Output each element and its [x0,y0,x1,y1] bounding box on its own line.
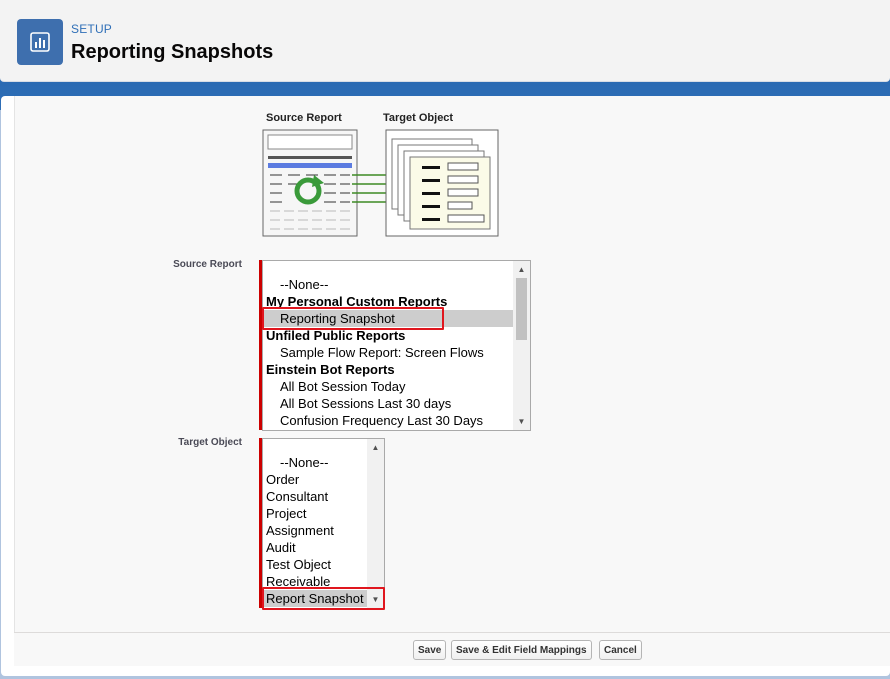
list-option[interactable]: All Bot Sessions Last 30 days [263,395,513,412]
list-option[interactable]: Confusion Frequency Last 30 Days [263,412,513,429]
page-title: Reporting Snapshots [71,41,274,63]
bar-chart-icon [17,19,63,65]
list-option[interactable]: --None-- [263,276,513,293]
page-header: SETUP Reporting Snapshots [0,0,890,82]
list-option[interactable]: All Bot Session Today [263,378,513,395]
list-option[interactable]: Audit [263,539,367,556]
option-group-label: Einstein Bot Reports [266,362,395,377]
list-option[interactable]: Consultant [263,488,367,505]
source-report-listbox[interactable]: --None-- My Personal Custom Reports Report… [262,260,531,431]
list-option[interactable]: Sample Flow Report: Screen Flows [263,344,513,361]
target-object-listbox[interactable]: --None-- Order Consultant Project Assignment… [262,438,385,609]
source-report-label: Source Report [173,259,242,270]
list-option[interactable]: Assignment [263,522,367,539]
diagram-source-label: Source Report [266,112,342,124]
save-edit-field-mappings-button[interactable]: Save & Edit Field Mappings [451,640,592,660]
target-object-scrollbar[interactable]: ▲ ▼ [367,439,384,608]
scroll-up-icon[interactable]: ▲ [367,439,384,456]
target-object-label: Target Object [178,437,242,448]
list-option[interactable]: --None-- [263,454,367,471]
source-report-scrollbar[interactable]: ▲ ▼ [513,261,530,430]
snapshot-diagram [262,129,499,237]
list-option[interactable]: Project [263,505,367,522]
list-option[interactable]: Test Object [263,556,367,573]
setup-label: SETUP [71,22,113,36]
scroll-up-icon[interactable]: ▲ [513,261,530,278]
list-option[interactable]: Order [263,471,367,488]
target-selection-highlight [262,587,385,610]
save-button[interactable]: Save [413,640,447,660]
source-selection-highlight [262,307,444,330]
scroll-down-icon[interactable]: ▼ [513,413,530,430]
cancel-button[interactable]: Cancel [599,640,642,660]
diagram-target-label: Target Object [383,112,454,124]
scroll-thumb[interactable] [516,278,527,340]
